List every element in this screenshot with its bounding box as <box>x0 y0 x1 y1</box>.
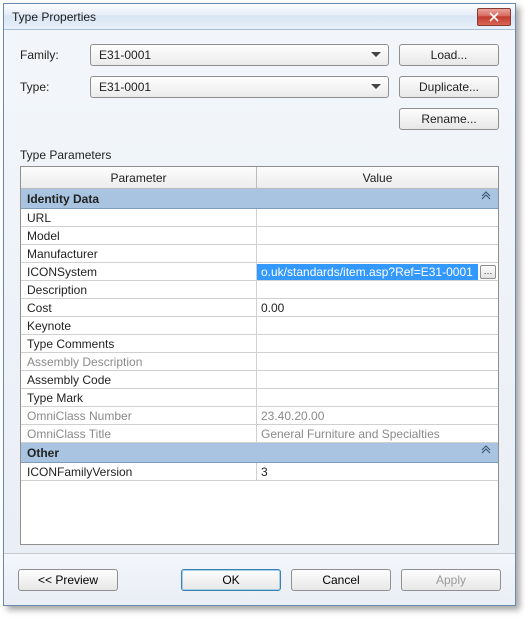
table-row[interactable]: Cost 0.00 <box>21 299 498 317</box>
titlebar: Type Properties <box>4 4 515 30</box>
table-row[interactable]: Manufacturer <box>21 245 498 263</box>
param-value-selected[interactable]: o.uk/standards/item.asp?Ref=E31-0001 … <box>257 263 498 280</box>
param-value[interactable] <box>257 209 498 226</box>
param-value[interactable]: 3 <box>257 463 498 480</box>
grid-header: Parameter Value <box>21 167 498 189</box>
param-name: ICONSystem <box>21 263 257 280</box>
cancel-button[interactable]: Cancel <box>291 569 391 591</box>
param-value[interactable] <box>257 281 498 298</box>
param-name: Manufacturer <box>21 245 257 262</box>
param-name: Assembly Description <box>21 353 257 370</box>
table-row[interactable]: ICONSystem o.uk/standards/item.asp?Ref=E… <box>21 263 498 281</box>
param-name: ICONFamilyVersion <box>21 463 257 480</box>
table-row[interactable]: OmniClass Title General Furniture and Sp… <box>21 425 498 443</box>
preview-button[interactable]: << Preview <box>18 569 118 591</box>
group-other[interactable]: Other <box>21 443 498 463</box>
parameters-grid: Parameter Value Identity Data URL Model <box>20 166 499 545</box>
type-row: Type: E31-0001 Duplicate... <box>20 76 499 98</box>
param-value[interactable] <box>257 371 498 388</box>
param-name: Description <box>21 281 257 298</box>
column-parameter[interactable]: Parameter <box>21 167 257 188</box>
chevron-down-icon <box>368 47 384 63</box>
apply-button[interactable]: Apply <box>401 569 501 591</box>
table-row[interactable]: Assembly Code <box>21 371 498 389</box>
close-icon <box>489 12 499 22</box>
param-name: OmniClass Number <box>21 407 257 424</box>
type-parameters-label: Type Parameters <box>20 148 499 162</box>
chevron-down-icon <box>368 79 384 95</box>
param-value[interactable]: 0.00 <box>257 299 498 316</box>
param-name: URL <box>21 209 257 226</box>
param-name: Cost <box>21 299 257 316</box>
table-row[interactable]: Type Comments <box>21 335 498 353</box>
dialog-title: Type Properties <box>12 10 477 24</box>
table-row[interactable]: Description <box>21 281 498 299</box>
browse-button[interactable]: … <box>480 265 496 279</box>
grid-body: Identity Data URL Model Manufacturer <box>21 189 498 544</box>
param-value <box>257 353 498 370</box>
param-value[interactable] <box>257 389 498 406</box>
iconsystem-value: o.uk/standards/item.asp?Ref=E31-0001 <box>257 264 478 280</box>
param-name: Type Comments <box>21 335 257 352</box>
param-value[interactable] <box>257 227 498 244</box>
table-row[interactable]: Keynote <box>21 317 498 335</box>
table-row[interactable]: URL <box>21 209 498 227</box>
param-name: Keynote <box>21 317 257 334</box>
table-row[interactable]: OmniClass Number 23.40.20.00 <box>21 407 498 425</box>
rename-button[interactable]: Rename... <box>399 108 499 130</box>
rename-row: Rename... <box>20 108 499 130</box>
param-value[interactable] <box>257 245 498 262</box>
table-row[interactable]: ICONFamilyVersion 3 <box>21 463 498 481</box>
table-row[interactable]: Assembly Description <box>21 353 498 371</box>
dialog-body: Family: E31-0001 Load... Type: E31-0001 … <box>4 30 515 553</box>
param-name: OmniClass Title <box>21 425 257 442</box>
column-value[interactable]: Value <box>257 167 498 188</box>
collapse-icon <box>480 191 492 206</box>
param-name: Assembly Code <box>21 371 257 388</box>
table-row[interactable]: Type Mark <box>21 389 498 407</box>
family-combo[interactable]: E31-0001 <box>90 44 389 66</box>
close-button[interactable] <box>477 8 511 26</box>
load-button[interactable]: Load... <box>399 44 499 66</box>
type-label: Type: <box>20 80 80 94</box>
type-properties-dialog: Type Properties Family: E31-0001 Load...… <box>3 3 516 606</box>
collapse-icon <box>480 445 492 460</box>
param-value[interactable] <box>257 317 498 334</box>
param-value: 23.40.20.00 <box>257 407 498 424</box>
param-name: Model <box>21 227 257 244</box>
param-value[interactable] <box>257 335 498 352</box>
duplicate-button[interactable]: Duplicate... <box>399 76 499 98</box>
ok-button[interactable]: OK <box>181 569 281 591</box>
family-label: Family: <box>20 48 80 62</box>
table-row[interactable]: Model <box>21 227 498 245</box>
group-identity-data[interactable]: Identity Data <box>21 189 498 209</box>
type-value: E31-0001 <box>99 80 151 94</box>
family-value: E31-0001 <box>99 48 151 62</box>
param-name: Type Mark <box>21 389 257 406</box>
type-combo[interactable]: E31-0001 <box>90 76 389 98</box>
dialog-footer: << Preview OK Cancel Apply <box>4 553 515 605</box>
param-value: General Furniture and Specialties <box>257 425 498 442</box>
family-row: Family: E31-0001 Load... <box>20 44 499 66</box>
